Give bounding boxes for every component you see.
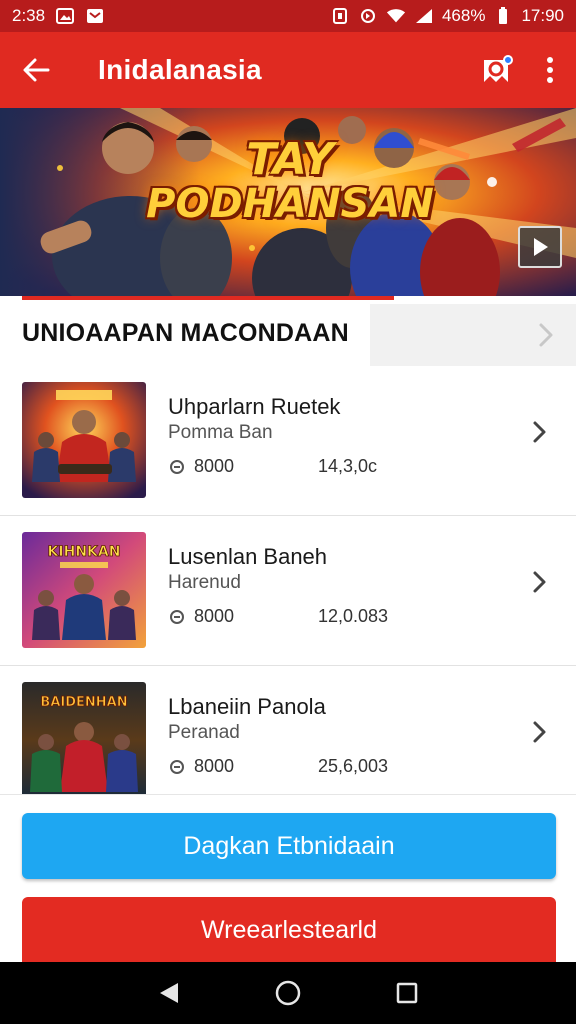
list-item[interactable]: Uhparlarn Ruetek Pomma Ban 8000 14,3,0c [0, 366, 576, 516]
nav-home-icon [275, 980, 301, 1006]
item-subtitle: Pomma Ban [168, 422, 273, 443]
more-vert-icon [547, 57, 553, 83]
item-price: 25,6,003 [318, 756, 389, 776]
action-panel: Dagkan Etbnidaain Wreearlestearld [0, 794, 576, 963]
battery-icon [493, 7, 513, 25]
banner-title: TAY PODHANSAN [130, 134, 450, 227]
image-notification-icon [55, 7, 75, 25]
item-thumbnail [22, 382, 146, 498]
system-nav-bar [0, 962, 576, 1024]
wifi-icon [386, 7, 406, 25]
item-coins-value: 8000 [194, 756, 235, 776]
item-list: Uhparlarn Ruetek Pomma Ban 8000 14,3,0c … [0, 366, 576, 816]
item-coins-value: 8000 [194, 606, 235, 626]
signal-icon [414, 7, 434, 25]
status-left: 2:38 [12, 6, 105, 26]
banner-play-button[interactable] [518, 226, 562, 268]
status-bar: 2:38 468% 17:90 [0, 0, 576, 32]
chevron-right-icon [533, 571, 546, 593]
status-right: 468% 17:90 [330, 6, 564, 26]
nav-recents-icon [396, 982, 417, 1004]
secondary-action-button[interactable]: Wreearlestearld [22, 897, 556, 963]
item-price: 12,0.083 [318, 606, 389, 626]
chevron-right-icon [533, 421, 546, 443]
hero-banner[interactable]: TAY PODHANSAN [0, 108, 576, 296]
section-title: UNIOAAPAN MACONDAAN [22, 318, 349, 347]
item-coins: 8000 [168, 756, 234, 777]
app-bar-actions [478, 52, 560, 88]
banner-title-line1: TAY [246, 134, 334, 185]
nav-recents-button[interactable] [392, 978, 422, 1008]
coin-icon [168, 458, 186, 476]
item-title: Uhparlarn Ruetek [168, 394, 341, 419]
status-clock: 17:90 [521, 6, 564, 25]
status-time: 2:38 [12, 6, 46, 25]
vibrate-icon [358, 7, 378, 25]
coin-icon [168, 758, 186, 776]
nfc-icon [330, 7, 350, 25]
item-title: Lusenlan Baneh [168, 544, 328, 569]
section-more-button[interactable] [370, 304, 576, 366]
item-coins-value: 8000 [194, 456, 235, 476]
thumbnail-title: BAIDENHAN [40, 695, 127, 710]
mail-notification-icon [85, 7, 105, 25]
notification-badge [503, 55, 513, 65]
item-coins: 8000 [168, 456, 234, 477]
item-open-button[interactable] [532, 420, 552, 444]
item-title: Lbaneiin Panola [168, 694, 326, 719]
banner-title-line2: PODHANSAN [146, 181, 434, 227]
item-coins: 8000 [168, 606, 234, 627]
item-subtitle: Harenud [168, 572, 241, 593]
screen: 2:38 468% 17:90 Inidalanasia TAY PODHANS… [0, 0, 576, 1024]
back-arrow-icon [23, 58, 50, 82]
more-options-button[interactable] [540, 52, 560, 88]
chevron-right-icon [533, 721, 546, 743]
item-open-button[interactable] [532, 720, 552, 744]
section-header[interactable]: UNIOAAPAN MACONDAAN [0, 300, 576, 366]
play-icon [534, 238, 548, 256]
nav-back-icon [160, 983, 179, 1003]
page-title: Inidalanasia [98, 54, 262, 85]
primary-action-button[interactable]: Dagkan Etbnidaain [22, 813, 556, 879]
item-subtitle: Peranad [168, 722, 240, 743]
back-button[interactable] [16, 50, 56, 90]
app-bar: Inidalanasia [0, 32, 576, 108]
nav-back-button[interactable] [154, 978, 184, 1008]
notification-button[interactable] [478, 52, 514, 88]
item-thumbnail: KIHNKAN [22, 532, 146, 648]
item-price: 14,3,0c [318, 456, 378, 476]
nav-home-button[interactable] [273, 978, 303, 1008]
coin-icon [168, 608, 186, 626]
list-item[interactable]: KIHNKAN Lusenlan Baneh Harenud 8000 12,0… [0, 516, 576, 666]
item-thumbnail: BAIDENHAN [22, 682, 146, 798]
item-open-button[interactable] [532, 570, 552, 594]
battery-percent: 468% [441, 6, 486, 25]
chevron-right-icon [539, 323, 553, 347]
thumbnail-title: KIHNKAN [48, 544, 121, 560]
